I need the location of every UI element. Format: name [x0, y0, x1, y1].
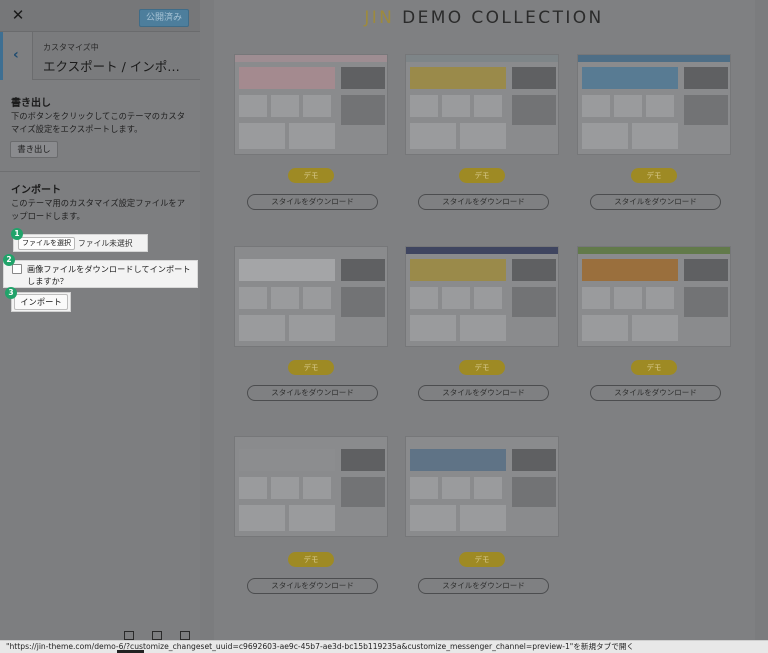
status-bar-url: "https://jin-theme.com/demo-6/?customize…: [0, 640, 768, 653]
download-style-button[interactable]: スタイルをダウンロード: [247, 385, 378, 401]
demo-thumbnail[interactable]: [405, 436, 559, 537]
demo-button[interactable]: デモ: [631, 168, 677, 183]
step-marker-1: 1: [11, 228, 23, 240]
download-images-checkbox[interactable]: [12, 264, 22, 274]
demo-thumbnail[interactable]: [405, 246, 559, 347]
demo-button[interactable]: デモ: [459, 552, 505, 567]
desktop-icon[interactable]: [124, 631, 134, 640]
customizer-header: ✕ 公開済み: [0, 0, 200, 32]
section-title: エクスポート / インポ…: [43, 59, 180, 74]
download-images-label: 画像ファイルをダウンロードしてインポートしますか？: [27, 264, 191, 286]
customizer-sidebar: ✕ 公開済み ‹ カスタマイズ中 エクスポート / インポ… 書き出し 下のボタ…: [0, 0, 200, 653]
step-marker-2: 2: [3, 254, 15, 266]
section-header: ‹ カスタマイズ中 エクスポート / インポ…: [0, 32, 200, 80]
import-button-wrapper: インポート: [11, 292, 71, 312]
download-style-button[interactable]: スタイルをダウンロード: [590, 194, 721, 210]
demo-thumbnail[interactable]: [234, 246, 388, 347]
demo-thumbnail[interactable]: [405, 54, 559, 155]
demo-button[interactable]: デモ: [631, 360, 677, 375]
demo-thumbnail[interactable]: [577, 246, 731, 347]
divider: [0, 171, 200, 172]
mobile-icon[interactable]: [180, 631, 190, 640]
page-title: JIN DEMO COLLECTION: [200, 8, 768, 28]
download-style-button[interactable]: スタイルをダウンロード: [590, 385, 721, 401]
file-status: ファイル未選択: [78, 239, 133, 248]
close-icon[interactable]: ✕: [9, 6, 27, 24]
import-button[interactable]: インポート: [14, 294, 68, 310]
import-heading: インポート: [11, 185, 61, 196]
import-description: このテーマ用のカスタマイズ設定ファイルをアップロードします。: [11, 198, 185, 221]
download-style-button[interactable]: スタイルをダウンロード: [247, 578, 378, 594]
export-button[interactable]: 書き出し: [10, 141, 58, 158]
demo-thumbnail[interactable]: [577, 54, 731, 155]
brand-jin: JIN: [364, 8, 395, 28]
download-style-button[interactable]: スタイルをダウンロード: [247, 194, 378, 210]
demo-thumbnail[interactable]: [234, 436, 388, 537]
download-style-button[interactable]: スタイルをダウンロード: [418, 385, 549, 401]
export-description: 下のボタンをクリックしてこのテーマのカスタマイズ設定をエクスポートします。: [11, 111, 185, 134]
site-preview: JIN DEMO COLLECTION デモ スタイルをダウンロード デモ スタイルを…: [200, 0, 768, 653]
download-style-button[interactable]: スタイルをダウンロード: [418, 194, 549, 210]
back-button[interactable]: ‹: [0, 32, 33, 80]
breadcrumb: カスタマイズ中: [43, 43, 99, 52]
demo-button[interactable]: デモ: [288, 552, 334, 567]
file-input: ファイルを選択 ファイル未選択: [13, 234, 148, 252]
tablet-icon[interactable]: [152, 631, 162, 640]
demo-button[interactable]: デモ: [459, 168, 505, 183]
step-marker-3: 3: [5, 287, 17, 299]
choose-file-button[interactable]: ファイルを選択: [18, 237, 75, 250]
chevron-left-icon: ‹: [13, 47, 19, 63]
brand-rest: DEMO COLLECTION: [394, 8, 604, 28]
publish-button[interactable]: 公開済み: [139, 9, 189, 27]
demo-button[interactable]: デモ: [459, 360, 505, 375]
download-style-button[interactable]: スタイルをダウンロード: [418, 578, 549, 594]
demo-button[interactable]: デモ: [288, 168, 334, 183]
export-heading: 書き出し: [11, 98, 51, 109]
download-images-option: 画像ファイルをダウンロードしてインポートしますか？: [3, 260, 198, 288]
demo-button[interactable]: デモ: [288, 360, 334, 375]
demo-thumbnail[interactable]: [234, 54, 388, 155]
